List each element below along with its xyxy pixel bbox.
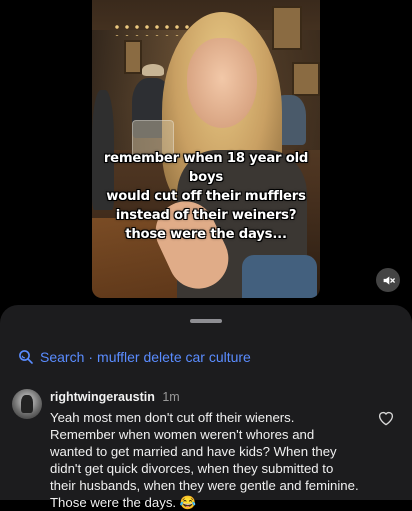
comment-username[interactable]: rightwingeraustin (50, 390, 155, 404)
search-query: muffler delete car culture (97, 349, 251, 365)
comment-time: 1m (162, 390, 180, 404)
heart-icon (378, 411, 394, 426)
mute-button[interactable] (376, 268, 400, 292)
video-player[interactable]: remember when 18 year old boys would cut… (92, 0, 320, 298)
video-caption: remember when 18 year old boys would cut… (92, 149, 320, 244)
wall-frame (292, 62, 320, 96)
like-button[interactable] (377, 409, 395, 431)
woman-face (187, 38, 257, 128)
speaker-muted-icon (383, 275, 395, 285)
cowboy-hat (142, 64, 164, 76)
search-icon (19, 350, 33, 364)
wall-frame (124, 40, 142, 74)
search-separator: · (88, 349, 94, 365)
caption-line: those were the days... (125, 227, 287, 242)
comment-text: Yeah most men don't cut off their wiener… (50, 410, 359, 510)
woman-jeans (242, 255, 317, 298)
caption-line: instead of their weiners? (115, 208, 297, 223)
avatar-figure (21, 395, 33, 413)
wall-frame (272, 6, 302, 50)
related-search-link[interactable]: Search · muffler delete car culture (18, 349, 251, 365)
search-label: Search (40, 349, 85, 365)
avatar[interactable] (12, 389, 42, 419)
comment-header: rightwingeraustin 1m (50, 390, 180, 404)
caption-line: would cut off their mufflers (106, 189, 306, 204)
sheet-drag-handle[interactable] (190, 319, 222, 323)
comments-sheet: Search · muffler delete car culture righ… (0, 305, 412, 510)
caption-line: remember when 18 year old boys (103, 151, 309, 185)
